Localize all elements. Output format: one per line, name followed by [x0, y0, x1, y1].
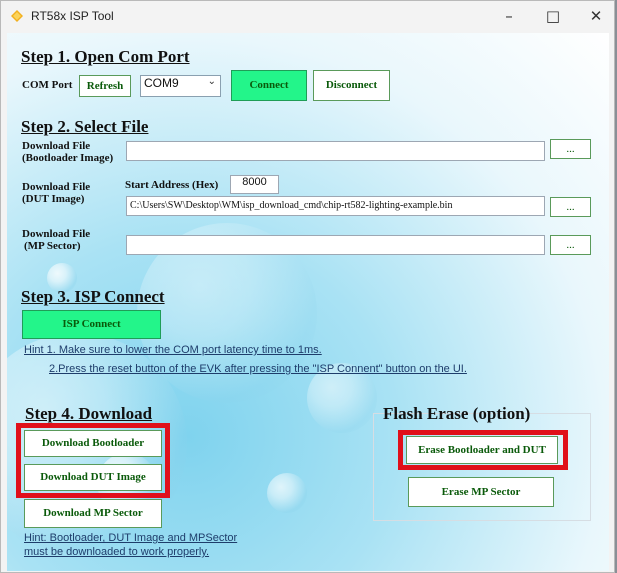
download-dut-image-button[interactable]: Download DUT Image	[24, 464, 162, 491]
mp-sector-path-input[interactable]	[126, 235, 545, 255]
start-address-label: Start Address (Hex)	[125, 179, 219, 191]
hint-download-line1: Hint: Bootloader, DUT Image and MPSector	[24, 532, 238, 544]
chevron-down-icon: ⌄	[207, 76, 216, 87]
bootloader-file-label-line2: (Bootloader Image)	[22, 152, 114, 164]
hint-latency: Hint 1. Make sure to lower the COM port …	[24, 344, 322, 356]
refresh-button[interactable]: Refresh	[79, 75, 131, 97]
download-mp-sector-button[interactable]: Download MP Sector	[24, 499, 162, 528]
disconnect-button[interactable]: Disconnect	[313, 70, 390, 101]
close-icon[interactable]: ✕	[581, 6, 611, 26]
step4-heading: Step 4. Download	[25, 404, 153, 423]
window-title: RT58x ISP Tool	[31, 9, 114, 23]
bootloader-file-label-line1: Download File	[22, 140, 91, 152]
background-bubble	[267, 473, 307, 513]
browse-dut-button[interactable]: ...	[550, 197, 591, 217]
com-port-value: COM9	[144, 76, 179, 90]
mp-sector-file-label-line1: Download File	[22, 228, 91, 240]
bootloader-path-input[interactable]	[126, 141, 545, 161]
mp-sector-file-label: Download File (MP Sector)	[22, 228, 90, 252]
com-port-label: COM Port	[22, 79, 73, 91]
step3-heading: Step 3. ISP Connect	[21, 287, 165, 306]
mp-sector-file-label-line2: (MP Sector)	[24, 240, 81, 252]
start-address-input[interactable]: 8000	[230, 175, 279, 194]
download-bootloader-button[interactable]: Download Bootloader	[24, 430, 162, 457]
step2-heading: Step 2. Select File	[21, 117, 149, 136]
app-logo-icon	[11, 10, 23, 22]
flash-erase-heading: Flash Erase (option)	[383, 404, 531, 423]
hint-reset: 2.Press the reset button of the EVK afte…	[49, 363, 467, 375]
erase-bootloader-and-dut-button[interactable]: Erase Bootloader and DUT	[406, 436, 558, 464]
title-bar[interactable]: RT58x ISP Tool – □ ✕	[1, 1, 614, 31]
isp-tool-window: RT58x ISP Tool – □ ✕ Step 1. Open Com Po…	[0, 0, 615, 573]
dut-file-label-line2: (DUT Image)	[22, 193, 85, 205]
browse-bootloader-button[interactable]: ...	[550, 139, 591, 159]
minimize-icon[interactable]: –	[494, 6, 524, 26]
isp-connect-button[interactable]: ISP Connect	[22, 310, 161, 339]
hint-download-line2: must be downloaded to work properly.	[24, 546, 210, 558]
bootloader-file-label: Download File (Bootloader Image)	[22, 140, 113, 164]
com-port-select[interactable]: COM9 ⌄	[140, 75, 221, 97]
main-panel: Step 1. Open Com Port COM Port Refresh C…	[7, 33, 609, 571]
dut-file-label-line1: Download File	[22, 181, 91, 193]
browse-mp-sector-button[interactable]: ...	[550, 235, 591, 255]
step1-heading: Step 1. Open Com Port	[21, 47, 190, 66]
erase-mp-sector-button[interactable]: Erase MP Sector	[408, 477, 554, 507]
dut-file-label: Download File (DUT Image)	[22, 181, 90, 205]
dut-path-input[interactable]: C:\Users\SW\Desktop\WM\isp_download_cmd\…	[126, 196, 545, 216]
maximize-icon[interactable]: □	[538, 6, 568, 26]
connect-button[interactable]: Connect	[231, 70, 307, 101]
